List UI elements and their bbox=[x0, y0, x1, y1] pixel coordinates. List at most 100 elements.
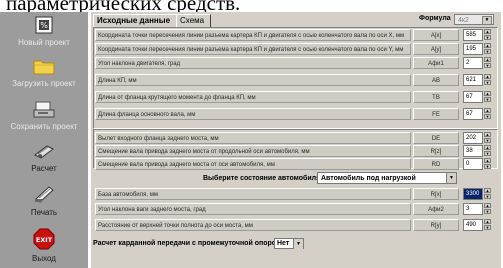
spin-down-icon[interactable]: ▼ bbox=[484, 63, 491, 68]
param-row: Угол наклона двигателя, град Афи1 2 ▲ ▼ bbox=[93, 57, 498, 69]
param-spinner[interactable]: ▲ ▼ bbox=[484, 43, 491, 55]
svg-text:%: % bbox=[40, 21, 48, 30]
param-value-input[interactable]: 2 bbox=[463, 57, 483, 69]
param-spinner[interactable]: ▲ ▼ bbox=[484, 74, 491, 86]
spin-down-icon[interactable]: ▼ bbox=[484, 97, 491, 102]
param-label: Расстояние от верхней точки полнота до о… bbox=[95, 219, 411, 231]
exit-button[interactable]: EXIT Выход bbox=[0, 228, 88, 263]
spin-down-icon[interactable]: ▼ bbox=[484, 114, 491, 119]
vehicle-state-row: Выберите состояние автомобиля: Автомобил… bbox=[93, 172, 498, 185]
spin-down-icon[interactable]: ▼ bbox=[484, 151, 491, 156]
param-label: Длина фланца основного вала, мм bbox=[95, 108, 411, 120]
spin-up-icon[interactable]: ▲ bbox=[484, 158, 491, 163]
param-row: Расстояние от верхней точки полнота до о… bbox=[93, 219, 498, 231]
param-row: Длина КП, мм АВ 621 ▲ ▼ bbox=[93, 74, 498, 86]
param-label: Смещение вала привода заднего моста от п… bbox=[95, 145, 411, 157]
param-symbol: FE bbox=[413, 108, 459, 120]
spin-up-icon[interactable]: ▲ bbox=[484, 188, 491, 193]
param-row: База автомобиля, мм R[x] 3300 ▲ ▼ bbox=[93, 188, 498, 200]
folder-icon bbox=[33, 60, 55, 75]
param-row: Угол наклона ваги заднего моста, град Аф… bbox=[93, 203, 498, 215]
spin-up-icon[interactable]: ▲ bbox=[484, 219, 491, 224]
calc-icon bbox=[34, 145, 54, 159]
param-spinner[interactable]: ▲ ▼ bbox=[484, 145, 491, 157]
spin-up-icon[interactable]: ▲ bbox=[484, 74, 491, 79]
spin-down-icon[interactable]: ▼ bbox=[484, 138, 491, 143]
tab-source-data[interactable]: Исходные данные bbox=[93, 14, 177, 28]
save-project-button[interactable]: Сохранить проект bbox=[0, 100, 88, 131]
spin-up-icon[interactable]: ▲ bbox=[484, 57, 491, 62]
spin-up-icon[interactable]: ▲ bbox=[484, 29, 491, 34]
param-value-input[interactable]: 67 bbox=[463, 91, 483, 103]
load-project-button[interactable]: Загрузить проект bbox=[0, 57, 88, 88]
spin-down-icon[interactable]: ▼ bbox=[484, 80, 491, 85]
sidebar: % Новый проект Загрузить проект Сохранит… bbox=[0, 12, 88, 268]
cardan-value: Нет bbox=[277, 240, 290, 247]
param-spinner[interactable]: ▲ ▼ bbox=[484, 29, 491, 41]
vehicle-state-value: Автомобиль под нагрузкой bbox=[321, 175, 416, 182]
param-spinner[interactable]: ▲ ▼ bbox=[484, 132, 491, 144]
calc-button[interactable]: Расчет bbox=[0, 142, 88, 173]
spin-up-icon[interactable]: ▲ bbox=[484, 145, 491, 150]
param-symbol: RD bbox=[413, 158, 459, 170]
param-label: Длина КП, мм bbox=[95, 74, 411, 86]
param-row: Смещение вала привода заднего моста от п… bbox=[93, 145, 498, 157]
param-value-input[interactable]: 38 bbox=[463, 145, 483, 157]
spin-up-icon[interactable]: ▲ bbox=[484, 91, 491, 96]
param-spinner[interactable]: ▲ ▼ bbox=[484, 91, 491, 103]
param-spinner[interactable]: ▲ ▼ bbox=[484, 188, 491, 200]
param-value-input[interactable]: 490 bbox=[463, 219, 483, 231]
spin-up-icon[interactable]: ▲ bbox=[484, 132, 491, 137]
param-label: Угол наклона ваги заднего моста, град bbox=[95, 203, 411, 215]
cardan-select[interactable]: Нет ▼ bbox=[274, 238, 304, 249]
param-value-input[interactable]: 202 bbox=[463, 132, 483, 144]
param-symbol: А[у] bbox=[413, 43, 459, 55]
chevron-down-icon[interactable]: ▼ bbox=[293, 239, 303, 249]
param-symbol: R[z] bbox=[413, 145, 459, 157]
calc-label: Расчет bbox=[31, 164, 57, 173]
param-symbol: А[х] bbox=[413, 29, 459, 41]
spin-down-icon[interactable]: ▼ bbox=[484, 194, 491, 199]
param-spinner[interactable]: ▲ ▼ bbox=[484, 158, 491, 170]
param-row: Длина фланца основного вала, мм FE 67 ▲ ▼ bbox=[93, 108, 498, 120]
param-row: Координата точки пересечения линии разъе… bbox=[93, 29, 498, 41]
formula-select[interactable]: 4к2 ▼ bbox=[454, 14, 494, 25]
spin-down-icon[interactable]: ▼ bbox=[484, 225, 491, 230]
param-spinner[interactable]: ▲ ▼ bbox=[484, 203, 491, 215]
param-row: Смещение вала привода заднего моста от о… bbox=[93, 158, 498, 170]
vehicle-state-select[interactable]: Автомобиль под нагрузкой ▼ bbox=[317, 172, 457, 184]
tab-scheme[interactable]: Схема bbox=[176, 14, 211, 27]
param-spinner[interactable]: ▲ ▼ bbox=[484, 108, 491, 120]
param-spinner[interactable]: ▲ ▼ bbox=[484, 219, 491, 231]
formula-label: Формула bbox=[419, 15, 451, 22]
spin-up-icon[interactable]: ▲ bbox=[484, 203, 491, 208]
param-symbol: Афи2 bbox=[413, 203, 459, 215]
print-button[interactable]: Печать bbox=[0, 184, 88, 217]
param-value-input[interactable]: 67 bbox=[463, 108, 483, 120]
load-project-label: Загрузить проект bbox=[12, 79, 76, 88]
param-label: Вылет входного фланца заднего моста, мм bbox=[95, 132, 411, 144]
formula-dropdown-arrow-icon[interactable]: ▼ bbox=[482, 16, 492, 25]
spin-down-icon[interactable]: ▼ bbox=[484, 209, 491, 214]
spin-down-icon[interactable]: ▼ bbox=[484, 164, 491, 169]
param-value-input[interactable]: 3 bbox=[463, 203, 483, 215]
param-label: Координата точки пересечения линии разъе… bbox=[95, 29, 411, 41]
param-symbol: ТВ bbox=[413, 91, 459, 103]
param-value-input[interactable]: 621 bbox=[463, 74, 483, 86]
param-value-input[interactable]: 195 bbox=[463, 43, 483, 55]
param-spinner[interactable]: ▲ ▼ bbox=[484, 57, 491, 69]
param-label: База автомобиля, мм bbox=[95, 188, 411, 200]
new-project-button[interactable]: % Новый проект bbox=[0, 16, 88, 47]
spin-up-icon[interactable]: ▲ bbox=[484, 43, 491, 48]
spin-down-icon[interactable]: ▼ bbox=[484, 35, 491, 40]
chevron-down-icon[interactable]: ▼ bbox=[446, 173, 456, 183]
param-value-input[interactable]: 585 bbox=[463, 29, 483, 41]
formula-value: 4к2 bbox=[458, 17, 469, 24]
param-symbol: DE bbox=[413, 132, 459, 144]
param-value-input[interactable]: 3300 bbox=[463, 188, 483, 200]
param-symbol: R[y] bbox=[413, 219, 459, 231]
spin-down-icon[interactable]: ▼ bbox=[484, 49, 491, 54]
param-value-input[interactable]: 0 bbox=[463, 158, 483, 170]
spin-up-icon[interactable]: ▲ bbox=[484, 108, 491, 113]
save-icon bbox=[33, 101, 55, 118]
